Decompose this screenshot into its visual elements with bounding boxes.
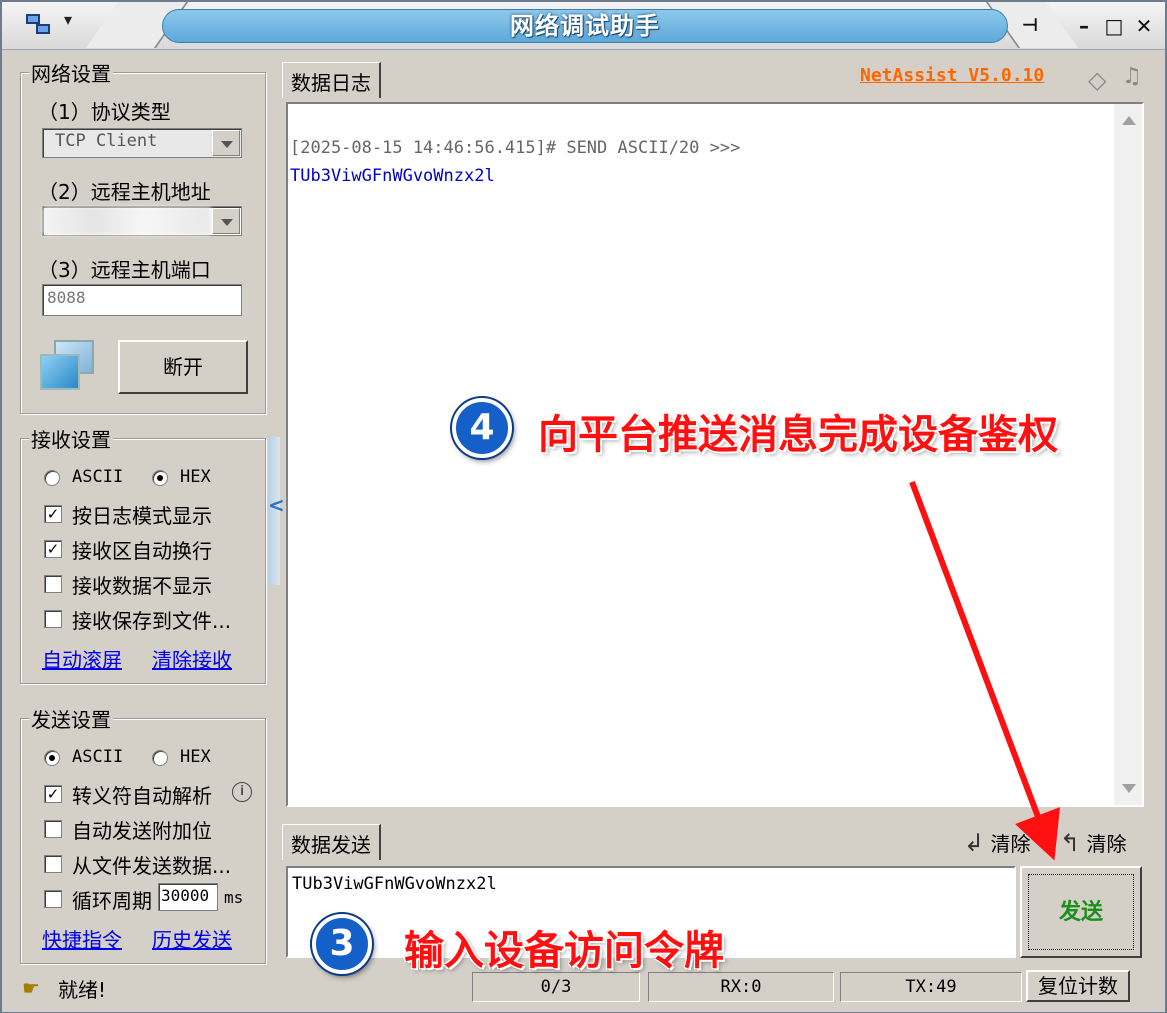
scroll-up-icon[interactable] bbox=[1122, 116, 1136, 125]
append-bits-checkbox[interactable] bbox=[44, 820, 62, 838]
save-to-file-checkbox[interactable] bbox=[44, 610, 62, 628]
host-select[interactable] bbox=[42, 206, 242, 236]
host-label: （2）远程主机地址 bbox=[38, 180, 211, 204]
send-from-file-label: 从文件发送数据... bbox=[72, 854, 232, 878]
network-app-icon[interactable] bbox=[26, 12, 52, 38]
minimize-button[interactable]: – bbox=[1070, 12, 1098, 40]
title-bar: ▾ 网络调试助手 ⊣ – □ ✕ bbox=[2, 2, 1165, 50]
cycle-unit-label: ms bbox=[224, 888, 244, 907]
hide-data-label: 接收数据不显示 bbox=[72, 574, 212, 598]
arrow-down-left-icon: ↲ bbox=[964, 829, 985, 857]
step-4-badge: 4 bbox=[452, 398, 512, 458]
send-button[interactable]: 发送 bbox=[1020, 866, 1142, 958]
system-menu-arrow-icon[interactable]: ▾ bbox=[64, 10, 72, 29]
count-indicator: 0/3 bbox=[472, 972, 640, 1002]
log-entry-header: [2025-08-15 14:46:56.415]# SEND ASCII/20… bbox=[290, 138, 741, 158]
maximize-button[interactable]: □ bbox=[1100, 12, 1128, 40]
append-bits-label: 自动发送附加位 bbox=[72, 819, 212, 843]
step-4-annotation: 向平台推送消息完成设备鉴权 bbox=[538, 412, 1058, 458]
step-3-annotation: 输入设备访问令牌 bbox=[404, 928, 724, 974]
chevron-down-icon[interactable] bbox=[212, 208, 240, 234]
network-connection-icon bbox=[40, 340, 98, 396]
send-history-link[interactable]: 历史发送 bbox=[152, 924, 232, 953]
clear-send-label-2: 清除 bbox=[1086, 832, 1127, 856]
protocol-select[interactable]: TCP Client bbox=[42, 128, 242, 158]
chevron-down-icon[interactable] bbox=[212, 130, 240, 156]
send-input-value: TUb3ViwGFnWGvoWnzx2l bbox=[292, 874, 497, 894]
log-entry-content: TUb3ViwGFnWGvoWnzx2l bbox=[290, 166, 495, 186]
pin-icon[interactable]: ⊣ bbox=[1016, 12, 1044, 40]
save-to-file-label: 接收保存到文件... bbox=[72, 609, 232, 633]
clear-send-input-button[interactable]: ↰ 清除 bbox=[1060, 828, 1126, 857]
tab-data-send[interactable]: 数据发送 bbox=[282, 824, 381, 860]
cycle-period-input[interactable]: 30000 bbox=[158, 883, 218, 911]
netassist-version-link[interactable]: NetAssist V5.0.10 bbox=[860, 65, 1044, 86]
receive-ascii-radio[interactable] bbox=[44, 470, 60, 486]
disconnect-button[interactable]: 断开 bbox=[118, 340, 248, 394]
auto-wrap-label: 接收区自动换行 bbox=[72, 539, 212, 563]
cycle-checkbox[interactable] bbox=[44, 890, 62, 908]
rx-counter: RX:0 bbox=[648, 972, 834, 1002]
shortcut-commands-link[interactable]: 快捷指令 bbox=[42, 924, 122, 953]
send-ascii-label: ASCII bbox=[72, 747, 124, 767]
bell-icon[interactable]: ♫ bbox=[1122, 64, 1142, 89]
step-3-badge: 3 bbox=[312, 914, 372, 974]
protocol-label: （1）协议类型 bbox=[38, 100, 171, 124]
send-from-file-checkbox[interactable] bbox=[44, 855, 62, 873]
window-title: 网络调试助手 bbox=[510, 12, 660, 40]
auto-scroll-link[interactable]: 自动滚屏 bbox=[42, 644, 122, 673]
clear-send-history-button[interactable]: ↲ 清除 bbox=[964, 828, 1030, 857]
collapse-panel-handle[interactable] bbox=[268, 437, 285, 585]
receive-settings-title: 接收设置 bbox=[29, 424, 113, 453]
cycle-label: 循环周期 bbox=[72, 889, 152, 913]
receive-hex-label: HEX bbox=[180, 467, 211, 487]
arrow-up-left-icon: ↰ bbox=[1060, 829, 1081, 857]
send-ascii-radio[interactable] bbox=[44, 750, 60, 766]
send-hex-label: HEX bbox=[180, 747, 211, 767]
log-scrollbar[interactable] bbox=[1114, 104, 1142, 805]
scroll-down-icon[interactable] bbox=[1122, 784, 1136, 793]
reset-count-button[interactable]: 复位计数 bbox=[1026, 970, 1130, 1002]
app-window: ▾ 网络调试助手 ⊣ – □ ✕ 网络设置 （1）协议类型 TCP Client… bbox=[0, 0, 1167, 1013]
send-settings-title: 发送设置 bbox=[29, 704, 113, 733]
host-value-redacted bbox=[43, 207, 211, 235]
diamond-icon[interactable]: ◇ bbox=[1088, 66, 1106, 94]
protocol-value: TCP Client bbox=[55, 131, 158, 151]
escape-parse-checkbox[interactable]: ✓ bbox=[44, 785, 62, 803]
escape-parse-label: 转义符自动解析 bbox=[72, 784, 212, 808]
send-hex-radio[interactable] bbox=[152, 750, 168, 766]
clear-send-label-1: 清除 bbox=[990, 832, 1031, 856]
log-mode-label: 按日志模式显示 bbox=[72, 504, 212, 528]
log-mode-checkbox[interactable]: ✓ bbox=[44, 505, 62, 523]
status-text: 就绪! bbox=[58, 978, 107, 1002]
tab-data-log[interactable]: 数据日志 bbox=[282, 62, 381, 98]
tx-counter: TX:49 bbox=[840, 972, 1022, 1002]
network-settings-title: 网络设置 bbox=[29, 58, 113, 87]
send-button-label: 发送 bbox=[1028, 874, 1134, 950]
clear-receive-link[interactable]: 清除接收 bbox=[152, 644, 232, 673]
port-input[interactable]: 8088 bbox=[42, 284, 242, 316]
hide-data-checkbox[interactable] bbox=[44, 575, 62, 593]
port-label: （3）远程主机端口 bbox=[38, 258, 211, 282]
info-icon[interactable]: i bbox=[232, 782, 252, 802]
receive-hex-radio[interactable] bbox=[152, 470, 168, 486]
auto-wrap-checkbox[interactable]: ✓ bbox=[44, 540, 62, 558]
close-button[interactable]: ✕ bbox=[1130, 12, 1158, 40]
hand-pointer-icon: ☛ bbox=[22, 976, 40, 1000]
receive-ascii-label: ASCII bbox=[72, 467, 124, 487]
